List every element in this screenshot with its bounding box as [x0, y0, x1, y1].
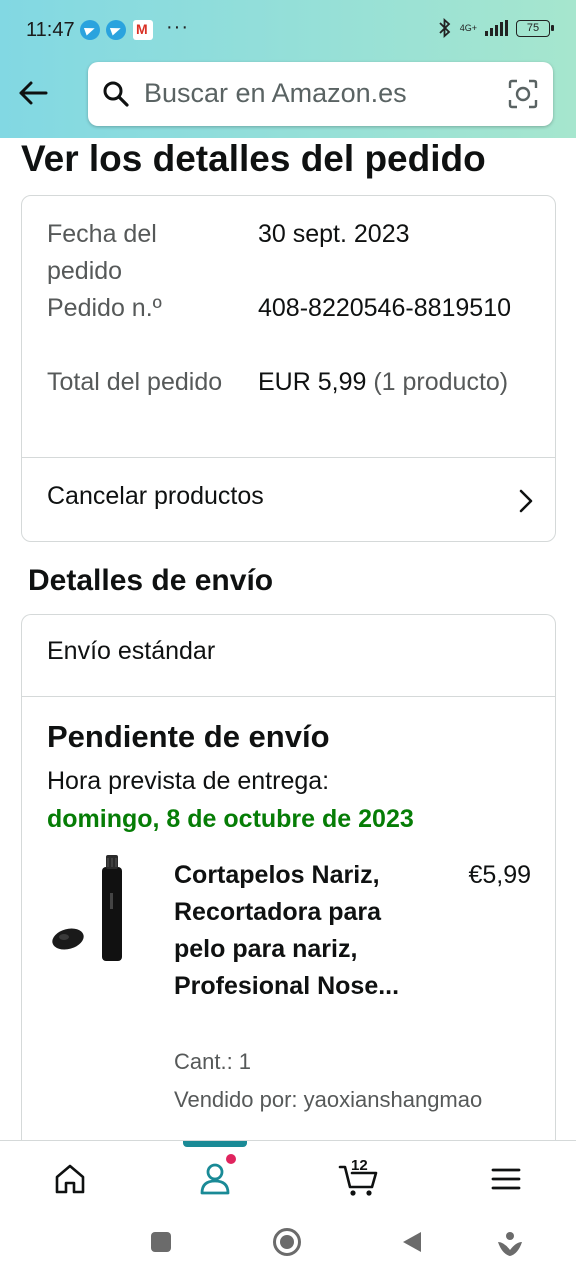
camera-search-icon[interactable]: [507, 78, 539, 110]
status-bar: 11:47 ··· 4G+ 75: [0, 0, 576, 60]
back-arrow-icon[interactable]: [16, 76, 50, 110]
assistant-button[interactable]: [496, 1230, 524, 1258]
search-bar[interactable]: Buscar en Amazon.es: [88, 62, 553, 126]
bottom-nav: 12: [0, 1140, 576, 1212]
cancel-items-label: Cancelar productos: [47, 482, 264, 510]
network-type: 4G+: [459, 22, 477, 33]
product-image[interactable]: [50, 853, 136, 965]
home-button[interactable]: [272, 1227, 302, 1257]
home-icon[interactable]: [50, 1159, 90, 1199]
order-number-value: 408-8220546-8819510: [258, 294, 512, 322]
menu-icon[interactable]: [486, 1159, 526, 1199]
top-header: 11:47 ··· 4G+ 75 Buscar en Amazon.es: [0, 0, 576, 138]
telegram-icon: [80, 20, 100, 40]
gmail-icon: [133, 20, 153, 40]
search-icon: [103, 81, 129, 107]
shipping-type: Envío estándar: [47, 637, 216, 665]
active-tab-indicator: [183, 1141, 247, 1147]
shipping-card: Envío estándar Pendiente de envío Hora p…: [21, 614, 556, 1174]
order-date-value: 30 sept. 2023: [258, 220, 410, 248]
system-nav-bar: [0, 1212, 576, 1280]
account-icon[interactable]: [195, 1159, 235, 1199]
order-item-count: (1 producto): [373, 368, 509, 396]
status-time: 11:47: [26, 19, 75, 41]
cart-count: 12: [351, 1157, 368, 1174]
status-indicators: 4G+ 75: [438, 18, 554, 38]
order-number-label: Pedido n.º: [47, 294, 162, 322]
order-date-label: Fecha del pedido: [47, 220, 157, 285]
notification-badge: [226, 1154, 236, 1164]
shipping-status: Pendiente de envío: [47, 719, 330, 754]
order-total-value: EUR 5,99 (1 producto): [258, 364, 528, 401]
battery-icon: 75: [516, 19, 554, 37]
order-info-card: Fecha del pedido 30 sept. 2023 Pedido n.…: [21, 195, 556, 542]
delivery-estimate-label: Hora prevista de entrega:: [47, 767, 330, 795]
telegram-icon: [106, 20, 126, 40]
cancel-items-button[interactable]: Cancelar productos: [22, 458, 555, 542]
recents-button[interactable]: [149, 1230, 173, 1254]
order-total-label: Total del pedido: [47, 368, 223, 396]
product-seller: Vendido por: yaoxianshangmao: [174, 1087, 483, 1112]
back-button[interactable]: [400, 1230, 424, 1254]
divider: [22, 696, 555, 697]
delivery-estimate-date: domingo, 8 de octubre de 2023: [47, 805, 414, 833]
product-title-link[interactable]: Cortapelos Nariz, Recortadora para pelo …: [174, 857, 424, 1005]
order-total-amount: EUR 5,99: [258, 368, 367, 396]
search-input[interactable]: Buscar en Amazon.es: [144, 78, 407, 109]
product-quantity: Cant.: 1: [174, 1049, 252, 1074]
page-title: Ver los detalles del pedido: [21, 138, 486, 179]
more-notifications-icon: ···: [166, 16, 189, 38]
chevron-right-icon: [519, 489, 533, 513]
bluetooth-icon: [439, 18, 451, 38]
signal-icon: [485, 20, 508, 36]
shipping-section-title: Detalles de envío: [28, 564, 274, 597]
product-price: €5,99: [468, 861, 531, 889]
